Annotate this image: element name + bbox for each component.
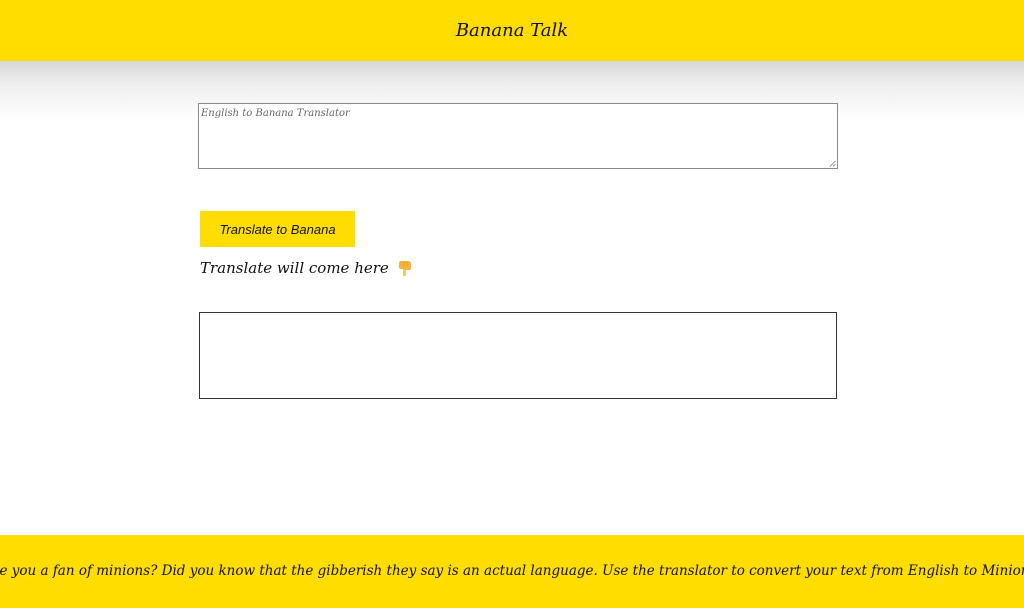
english-text-input[interactable]: English to Banana Translator [198,103,838,169]
input-placeholder: English to Banana Translator [201,108,350,119]
result-heading: Translate will come here [200,259,414,277]
result-label-text: Translate will come here [200,259,389,277]
backhand-index-pointing-down-icon [398,261,411,276]
translate-button[interactable]: Translate to Banana [200,211,355,247]
app-title: Banana Talk [455,20,569,41]
resize-grip-icon[interactable] [829,160,836,167]
banana-output-box [199,312,837,399]
app-header: Banana Talk [0,0,1024,61]
footer-banner: re you a fan of minions? Did you know th… [0,535,1024,608]
footer-marquee-text: re you a fan of minions? Did you know th… [0,563,1024,579]
